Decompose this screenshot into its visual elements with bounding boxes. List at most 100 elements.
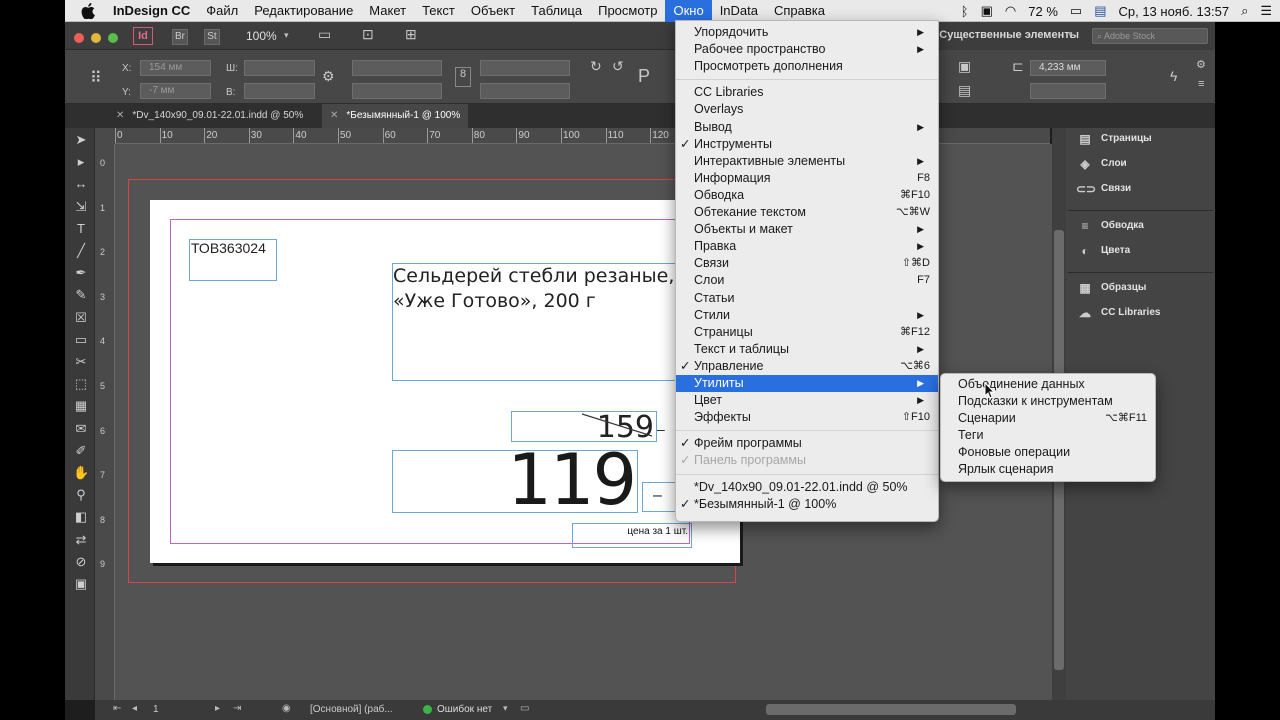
panel-menu-icon[interactable]: ≡	[1198, 78, 1204, 90]
panel-item[interactable]: ▤ Страницы	[1076, 129, 1151, 149]
panel-item[interactable]: ▦ Образцы	[1076, 278, 1146, 298]
selection-tool-icon[interactable]: ➤	[73, 132, 89, 148]
gradient-swatch-tool-icon[interactable]: ▦	[73, 398, 89, 414]
gear-icon[interactable]: ⚙	[1196, 58, 1206, 71]
pen-tool-icon[interactable]: ✒	[73, 265, 89, 281]
app-menu-indesign[interactable]: InDesign CC	[105, 0, 198, 22]
menu-item[interactable]: Информация F8	[676, 170, 938, 187]
close-icon[interactable]: ✕	[116, 110, 124, 121]
price-kopecks-frame[interactable]: –	[642, 482, 676, 512]
constrain-proportions-icon[interactable]: ⚙	[322, 68, 335, 85]
panel-item[interactable]: ⊂⊃ Связи	[1076, 179, 1131, 199]
content-collector-icon[interactable]: ⇲	[73, 199, 89, 215]
zoom-window-button[interactable]	[108, 33, 118, 43]
menu-item[interactable]: Статьи	[676, 290, 938, 307]
menu-item[interactable]: Эффекты ⇧F10	[676, 409, 938, 426]
swap-icon[interactable]: ⇄	[73, 532, 89, 548]
submenu-item[interactable]: Ярлык сценария	[941, 461, 1155, 478]
y-field[interactable]: -7 мм	[140, 83, 211, 99]
prev-page-icon[interactable]: ◂	[132, 703, 137, 714]
errors-status[interactable]: Ошибок нет	[437, 704, 492, 715]
direct-selection-tool-icon[interactable]: ▸	[73, 154, 89, 170]
menu-item[interactable]: Слои F7	[676, 272, 938, 289]
menu-item[interactable]: Вывод ▶	[676, 119, 938, 136]
menu-item[interactable]: Рабочее пространство ▶	[676, 41, 938, 58]
lightning-icon[interactable]: ϟ	[1170, 68, 1177, 84]
rotation-field[interactable]	[480, 60, 570, 76]
menubar-item[interactable]: Окно	[665, 0, 712, 22]
close-icon[interactable]: ✕	[330, 110, 338, 121]
free-transform-tool-icon[interactable]: ⬚	[73, 376, 89, 392]
first-page-icon[interactable]: ⇤	[113, 703, 121, 714]
submenu-item[interactable]: Объединение данных	[941, 376, 1155, 393]
menu-item[interactable]: ✓ Управление ⌥⌘6	[676, 358, 938, 375]
minimize-window-button[interactable]	[91, 33, 101, 43]
bridge-button[interactable]: Br	[172, 29, 188, 45]
zoom-level[interactable]: 100%	[246, 29, 277, 43]
tab-document-2[interactable]: ✕ *Безымянный-1 @ 100%	[322, 104, 468, 128]
menu-item[interactable]: Связи ⇧⌘D	[676, 255, 938, 272]
menu-item[interactable]: Страницы ⌘F12	[676, 324, 938, 341]
menu-item[interactable]: Overlays	[676, 101, 938, 118]
bluetooth-icon[interactable]: ᛒ	[961, 4, 969, 19]
screen-mode-icon[interactable]: ⊡	[362, 26, 374, 43]
next-page-icon[interactable]: ▸	[215, 703, 220, 714]
menu-item[interactable]: Упорядочить ▶	[676, 24, 938, 41]
type-tool-icon[interactable]: T	[73, 221, 89, 237]
stroke-icon[interactable]: ▤	[958, 82, 971, 99]
submenu-item[interactable]: Фоновые операции	[941, 444, 1155, 461]
reference-point-icon[interactable]: ⠿	[90, 68, 102, 88]
menu-item[interactable]: Правка ▶	[676, 238, 938, 255]
shear-field[interactable]	[480, 83, 570, 99]
spotlight-search-icon[interactable]: ⌕	[1241, 3, 1248, 19]
close-window-button[interactable]	[74, 33, 84, 43]
title-frame[interactable]: Сельдерей стебли резаные, «Уже Готово», …	[392, 263, 682, 381]
x-field[interactable]: 154 мм	[140, 60, 211, 76]
menubar-item[interactable]: Редактирование	[246, 0, 361, 22]
menu-item[interactable]: Текст и таблицы ▶	[676, 341, 938, 358]
scale-y-field[interactable]	[352, 83, 442, 99]
menu-item[interactable]: *Dv_140x90_09.01-22.01.indd @ 50%	[676, 479, 938, 496]
pencil-tool-icon[interactable]: ✎	[73, 287, 89, 303]
panel-item[interactable]: ◐ Цвета	[1076, 241, 1130, 261]
height-field[interactable]	[244, 83, 315, 99]
battery-percentage[interactable]: 72 %	[1028, 4, 1058, 19]
menu-item[interactable]: Стили ▶	[676, 307, 938, 324]
menu-item[interactable]: ✓ Инструменты	[676, 136, 938, 153]
base-style[interactable]: [Основной] (раб...	[310, 704, 393, 715]
arrange-documents-icon[interactable]: ⊞	[405, 26, 417, 43]
menubar-item[interactable]: Текст	[414, 0, 463, 22]
menu-item[interactable]: Обводка ⌘F10	[676, 187, 938, 204]
tab-document-1[interactable]: ✕ *Dv_140x90_09.01-22.01.indd @ 50%	[108, 104, 322, 128]
menu-item[interactable]: Объекты и макет ▶	[676, 221, 938, 238]
notification-center-icon[interactable]: ☰	[1260, 3, 1272, 19]
screen-mode-icon[interactable]: ▣	[73, 576, 89, 592]
menubar-item[interactable]: InData	[712, 0, 766, 22]
menu-item[interactable]: Цвет ▶	[676, 392, 938, 409]
apple-icon[interactable]	[81, 2, 95, 19]
fill-stroke-icon[interactable]: ◧	[73, 509, 89, 525]
menu-item[interactable]: Интерактивные элементы ▶	[676, 153, 938, 170]
stroke-type-field[interactable]	[1030, 83, 1106, 99]
clock[interactable]: Ср, 13 нояб. 13:57	[1118, 4, 1229, 19]
workspace-switcher[interactable]: Существенные элементы	[939, 29, 1079, 41]
gap-tool-icon[interactable]: ↔	[73, 176, 89, 192]
wifi-icon[interactable]: ◠	[1005, 3, 1016, 19]
menubar-item[interactable]: Просмотр	[590, 0, 665, 22]
link-icon[interactable]: 8	[455, 67, 471, 87]
display-icon[interactable]: ▣	[981, 3, 993, 19]
stock-button[interactable]: St	[204, 29, 220, 45]
menubar-item[interactable]: Макет	[361, 0, 414, 22]
vertical-ruler[interactable]: 0 1 2 3 4 5 6 7 8 9	[95, 144, 115, 700]
scale-x-field[interactable]	[352, 60, 442, 76]
scissors-tool-icon[interactable]: ✂	[73, 354, 89, 370]
unit-note-frame[interactable]: цена за 1 шт.	[572, 523, 692, 548]
eyedropper-tool-icon[interactable]: ✐	[73, 443, 89, 459]
rotate-ccw-icon[interactable]: ↺	[612, 58, 624, 75]
menubar-item[interactable]: Объект	[463, 0, 523, 22]
line-tool-icon[interactable]: ╱	[73, 243, 89, 259]
note-tool-icon[interactable]: ✉	[73, 421, 89, 437]
last-page-icon[interactable]: ⇥	[233, 703, 241, 714]
menubar-item[interactable]: Таблица	[523, 0, 590, 22]
code-frame[interactable]: ТОВ363024	[189, 239, 277, 281]
